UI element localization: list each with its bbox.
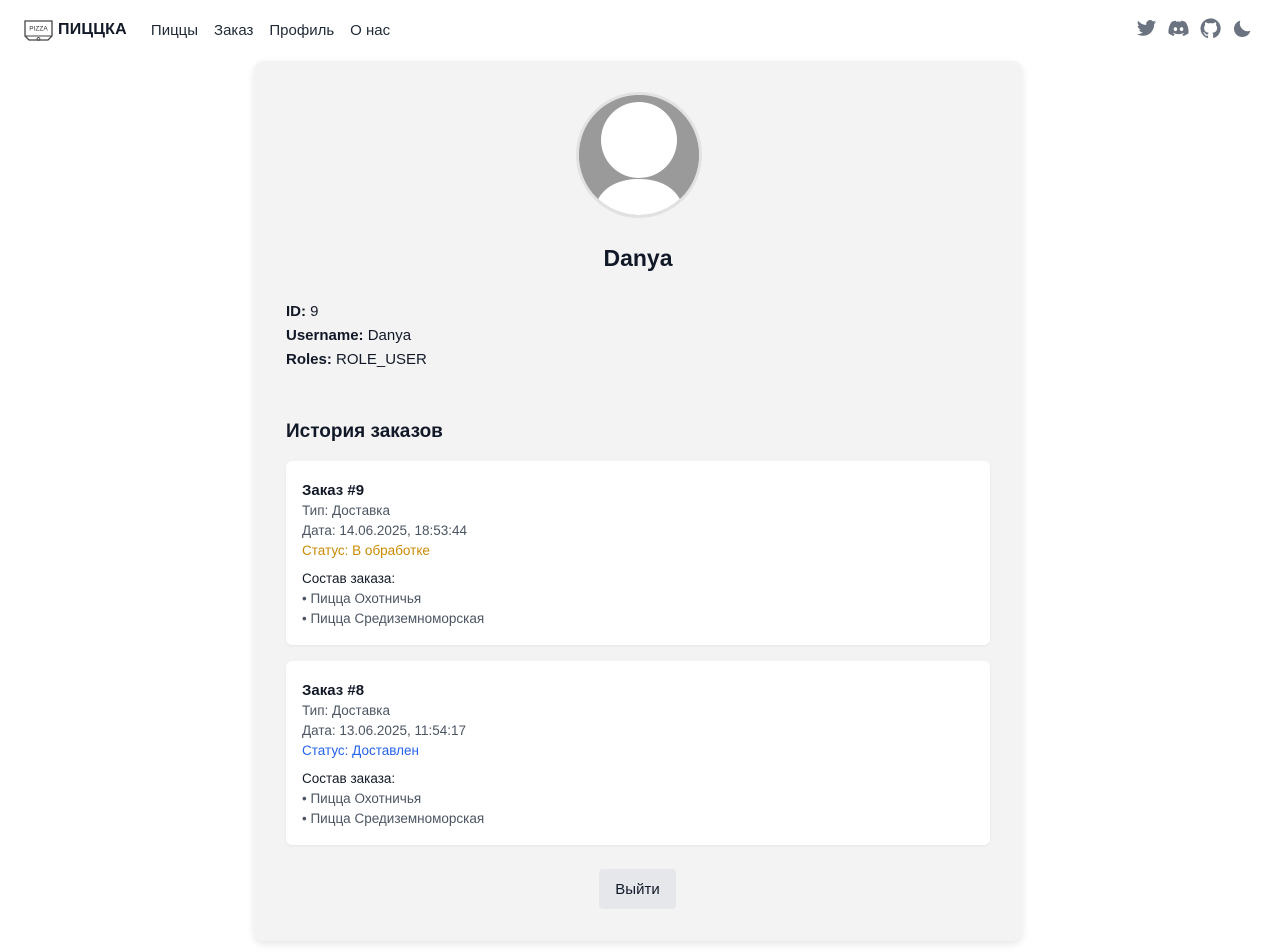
roles-value: ROLE_USER [336, 351, 427, 368]
order-items-label: Состав заказа: [302, 571, 396, 586]
info-row-id: ID: 9 [286, 300, 427, 324]
id-label: ID: [286, 303, 306, 320]
order-item: • Пицца Средиземноморская [302, 811, 485, 826]
order-history-title: История заказов [286, 421, 443, 442]
roles-label: Roles: [286, 351, 332, 368]
github-icon[interactable] [1200, 18, 1221, 39]
nav-link-about[interactable]: О нас [350, 22, 390, 39]
order-status: Статус: Доставлен [302, 743, 419, 758]
order-date: Дата: 14.06.2025, 18:53:44 [302, 523, 468, 538]
social-icons [1136, 18, 1253, 39]
moon-icon[interactable] [1232, 18, 1253, 39]
order-title: Заказ #8 [302, 682, 365, 699]
nav-link-pizzas[interactable]: Пиццы [151, 22, 198, 39]
order-type: Тип: Доставка [302, 503, 390, 518]
info-row-roles: Roles: ROLE_USER [286, 348, 427, 372]
order-card: Заказ #8 Тип: Доставка Дата: 13.06.2025,… [286, 661, 990, 845]
username-value: Danya [367, 327, 412, 344]
order-card: Заказ #9 Тип: Доставка Дата: 14.06.2025,… [286, 461, 990, 645]
profile-info: ID: 9 Username: Danya Roles: ROLE_USER [286, 300, 427, 372]
order-item: • Пицца Охотничья [302, 591, 422, 606]
twitter-icon[interactable] [1136, 18, 1157, 39]
pizza-box-icon: PIZZA [24, 20, 53, 41]
order-items-label: Состав заказа: [302, 771, 396, 786]
id-value: 9 [310, 303, 319, 320]
main-nav: Пиццы Заказ Профиль О нас [151, 22, 390, 39]
username-label: Username: [286, 327, 364, 344]
order-item: • Пицца Средиземноморская [302, 611, 485, 626]
info-row-username: Username: Danya [286, 324, 427, 348]
order-title: Заказ #9 [302, 482, 365, 499]
discord-icon[interactable] [1168, 18, 1189, 39]
order-type: Тип: Доставка [302, 703, 390, 718]
nav-link-profile[interactable]: Профиль [269, 22, 334, 39]
brand-name: ПИЦЦКА [58, 21, 127, 38]
profile-display-name: Danya [603, 245, 673, 271]
user-avatar-icon [576, 92, 702, 218]
order-item: • Пицца Охотничья [302, 791, 422, 806]
order-status: Статус: В обработке [302, 543, 430, 558]
brand-link[interactable]: PIZZA ПИЦЦКА [23, 18, 127, 42]
logo-text: PIZZA [29, 26, 48, 33]
logout-button[interactable]: Выйти [599, 869, 676, 909]
order-date: Дата: 13.06.2025, 11:54:17 [302, 723, 467, 738]
profile-card: Danya ID: 9 Username: Danya Roles: ROLE_… [254, 61, 1022, 941]
navbar: PIZZA ПИЦЦКА Пиццы Заказ Профиль О нас [0, 0, 1273, 60]
nav-link-order[interactable]: Заказ [214, 22, 253, 39]
